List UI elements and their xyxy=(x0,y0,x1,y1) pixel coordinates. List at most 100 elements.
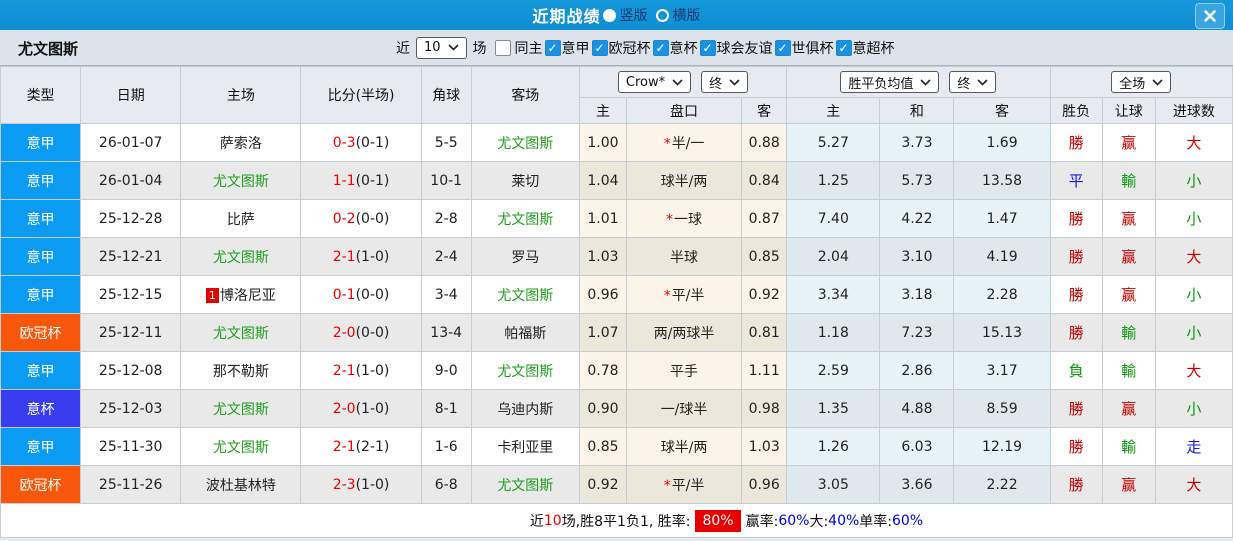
result-wdl: 勝 xyxy=(1049,465,1103,504)
filter-checkbox-label[interactable]: 同主 xyxy=(515,38,543,58)
handicap-text: 两/两球半 xyxy=(653,325,715,342)
sub-header-avg-home: 主 xyxy=(786,97,881,124)
bookmaker-select[interactable]: Crow* xyxy=(617,71,692,93)
avg-win: 3.34 xyxy=(786,275,881,314)
avg-time-select[interactable]: 终 xyxy=(949,71,997,93)
final-score: 2-1 xyxy=(332,248,356,265)
odds-away: 0.88 xyxy=(741,123,788,162)
odds-away: 1.11 xyxy=(741,351,788,390)
layout-vertical-label[interactable]: 竖版 xyxy=(620,5,648,25)
filter-checkbox-checked[interactable]: ✓ xyxy=(591,39,608,56)
odds-away: 0.87 xyxy=(741,199,788,238)
league-badge: 意甲 xyxy=(0,351,82,390)
odds-time-select-value: 终 xyxy=(709,76,723,92)
sub-header-avg-away: 客 xyxy=(953,97,1051,124)
odds-home: 0.78 xyxy=(578,351,627,390)
handicap-line: *半/一 xyxy=(625,123,743,162)
avg-draw: 4.88 xyxy=(879,389,955,428)
odds-home: 0.90 xyxy=(578,389,627,428)
filter-checkbox-label[interactable]: 球会友谊 xyxy=(717,38,773,58)
summary-segment: 近 xyxy=(529,513,544,530)
handicap-text: 一/球半 xyxy=(660,401,708,418)
away-team-name: 卡利亚里 xyxy=(497,439,554,456)
home-team-name: 尤文图斯 xyxy=(212,325,269,342)
filter-checkbox-label[interactable]: 意甲 xyxy=(562,38,590,58)
filter-checkbox-label[interactable]: 意超杯 xyxy=(853,38,895,58)
handicap-line: 球半/两 xyxy=(625,161,743,200)
layout-vertical-radio[interactable] xyxy=(602,8,616,22)
result-handicap: 輸 xyxy=(1101,313,1156,352)
odds-away: 0.85 xyxy=(741,237,788,276)
match-count-select[interactable]: 10 xyxy=(416,36,467,59)
close-icon xyxy=(1203,9,1217,23)
corner-score: 2-8 xyxy=(420,199,472,238)
chevron-down-icon xyxy=(729,78,740,86)
odds-home: 1.07 xyxy=(578,313,627,352)
filter-checkbox-checked[interactable]: ✓ xyxy=(544,39,561,56)
result-wdl: 勝 xyxy=(1049,313,1103,352)
avg-lose: 13.58 xyxy=(953,161,1051,200)
result-handicap: 赢 xyxy=(1101,465,1156,504)
avg-time-select-value: 终 xyxy=(957,76,971,92)
corner-score: 3-4 xyxy=(420,275,472,314)
result-handicap: 赢 xyxy=(1101,123,1156,162)
result-handicap: 赢 xyxy=(1101,199,1156,238)
league-badge: 意甲 xyxy=(0,123,82,162)
home-team-name: 萨索洛 xyxy=(219,135,262,152)
star-marker: * xyxy=(663,477,671,494)
result-handicap: 赢 xyxy=(1101,389,1156,428)
chevron-down-icon xyxy=(977,78,988,86)
filter-checkbox-label[interactable]: 世俱杯 xyxy=(792,38,834,58)
final-score: 1-1 xyxy=(332,172,356,189)
avg-draw: 4.22 xyxy=(879,199,955,238)
col-header-away: 客场 xyxy=(470,66,580,124)
near-label: 近 xyxy=(396,40,410,57)
score-cell: 2-1(1-0) xyxy=(300,237,422,276)
avg-win: 7.40 xyxy=(786,199,881,238)
home-team: 尤文图斯 xyxy=(180,313,302,352)
scope-select[interactable]: 全场 xyxy=(1111,71,1172,93)
home-team: 尤文图斯 xyxy=(180,427,302,466)
result-handicap: 輸 xyxy=(1101,161,1156,200)
filter-checkbox-checked[interactable]: ✓ xyxy=(774,39,791,56)
away-team-name: 罗马 xyxy=(511,249,540,266)
home-team: 波杜基林特 xyxy=(180,465,302,504)
away-team-name: 尤文图斯 xyxy=(497,477,554,494)
match-row: 意杯 25-12-03 尤文图斯 2-0(1-0) 8-1 乌迪内斯 0.90 一/球半 0.9… xyxy=(0,389,1233,428)
layout-horizontal-label[interactable]: 横版 xyxy=(673,5,701,25)
close-button[interactable] xyxy=(1195,3,1225,29)
result-handicap: 赢 xyxy=(1101,275,1156,314)
avg-group-header: 胜平负均值 终 xyxy=(786,66,1051,98)
avg-win: 1.18 xyxy=(786,313,881,352)
summary-segment: 10 xyxy=(543,512,562,529)
half-score: (1-0) xyxy=(355,400,390,417)
matches-label: 场 xyxy=(472,40,487,57)
result-wdl: 負 xyxy=(1049,351,1103,390)
score-cell: 0-2(0-0) xyxy=(300,199,422,238)
odds-home: 0.96 xyxy=(578,275,627,314)
odds-time-select[interactable]: 终 xyxy=(701,71,749,93)
result-wdl: 勝 xyxy=(1049,237,1103,276)
handicap-line: 两/两球半 xyxy=(625,313,743,352)
filter-checkbox-unchecked[interactable] xyxy=(494,39,511,56)
filter-checkbox-label[interactable]: 欧冠杯 xyxy=(609,38,651,58)
match-row: 欧冠杯 25-11-26 波杜基林特 2-3(1-0) 6-8 尤文图斯 0.92 *平/半 0… xyxy=(0,465,1233,504)
filter-checkbox-checked[interactable]: ✓ xyxy=(652,39,669,56)
titlebar: 近期战绩 竖版 横版 xyxy=(0,0,1233,30)
corner-score: 8-1 xyxy=(420,389,472,428)
corner-score: 10-1 xyxy=(420,161,472,200)
result-goals: 小 xyxy=(1154,389,1233,428)
avg-type-select[interactable]: 胜平负均值 xyxy=(840,71,940,93)
filter-checkbox-checked[interactable]: ✓ xyxy=(699,39,716,56)
odds-away: 1.03 xyxy=(741,427,788,466)
score-cell: 2-1(1-0) xyxy=(300,351,422,390)
handicap-text: 球半/两 xyxy=(660,173,708,190)
filter-checkbox-checked[interactable]: ✓ xyxy=(835,39,852,56)
filter-checkbox-label[interactable]: 意杯 xyxy=(670,38,698,58)
result-wdl: 勝 xyxy=(1049,123,1103,162)
result-wdl: 勝 xyxy=(1049,199,1103,238)
league-badge: 意甲 xyxy=(0,237,82,276)
summary-segment: 赢率: xyxy=(745,513,779,530)
layout-horizontal-radio[interactable] xyxy=(655,8,669,22)
avg-draw: 7.23 xyxy=(879,313,955,352)
